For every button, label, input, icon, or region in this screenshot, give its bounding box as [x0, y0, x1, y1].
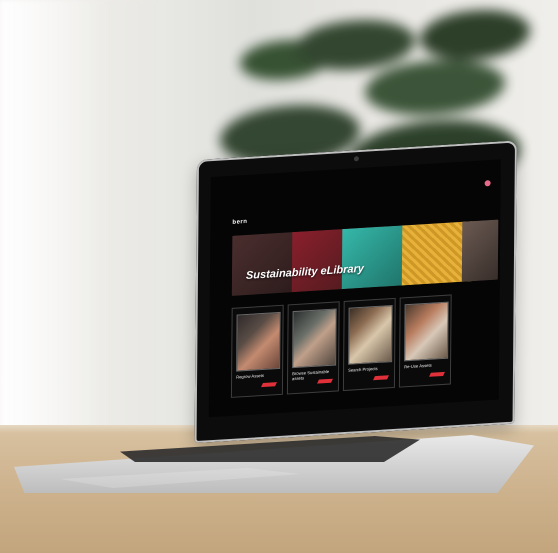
red-arrow-icon [373, 375, 389, 381]
card-thumbnail [404, 301, 449, 362]
hero-banner: Sustainability eLibrary [231, 219, 499, 296]
laptop-screen[interactable]: bern Sustainability eLibrary Regrow Asse… [208, 159, 501, 418]
banner-image-tile [461, 219, 499, 282]
red-arrow-icon [429, 371, 445, 377]
card-search-projects[interactable]: Search Projects [342, 297, 396, 392]
card-label: Re-Use Assets [404, 362, 432, 370]
camera-icon [353, 156, 359, 162]
site-logo: bern [232, 218, 248, 226]
laptop-lid: bern Sustainability eLibrary Regrow Asse… [194, 140, 517, 444]
card-thumbnail [292, 308, 337, 369]
card-thumbnail [236, 311, 281, 372]
photo-scene: bern Sustainability eLibrary Regrow Asse… [0, 0, 558, 553]
card-label: Search Projects [348, 365, 378, 373]
card-thumbnail [348, 305, 393, 365]
card-re-use-assets[interactable]: Re-Use Assets [398, 294, 452, 388]
menu-dot-icon[interactable] [484, 180, 491, 187]
red-arrow-icon [317, 378, 333, 384]
laptop-keyboard [120, 436, 420, 462]
card-label: Regrow Assets [236, 372, 265, 380]
card-regrow-assets[interactable]: Regrow Assets [230, 304, 284, 398]
asset-cards: Regrow Assets Browse Sustainable assets … [230, 292, 498, 418]
laptop: bern Sustainability eLibrary Regrow Asse… [0, 0, 558, 553]
red-arrow-icon [261, 382, 277, 388]
card-browse-sustainable-assets[interactable]: Browse Sustainable assets [286, 301, 340, 395]
